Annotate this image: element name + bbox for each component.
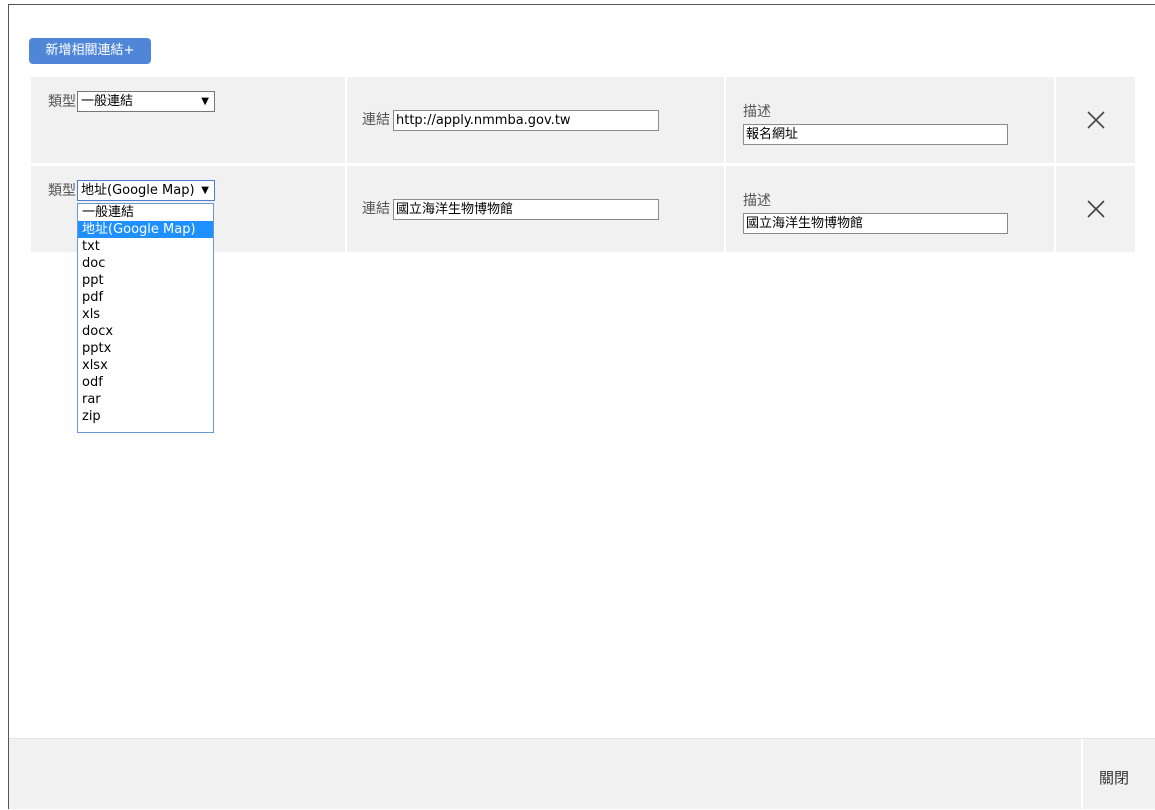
add-link-button[interactable]: 新增相關連結+	[29, 38, 151, 64]
dropdown-option[interactable]: odf	[78, 374, 213, 391]
delete-cell	[1056, 166, 1135, 252]
type-select[interactable]: 一般連結 ▼	[77, 91, 215, 112]
close-icon[interactable]	[1087, 200, 1105, 218]
caret-down-icon: ▼	[201, 96, 209, 107]
delete-cell	[1056, 77, 1135, 163]
type-label: 類型	[48, 183, 76, 199]
link-input[interactable]: http://apply.nmmba.gov.tw	[393, 110, 659, 131]
desc-label: 描述	[743, 104, 771, 120]
type-dropdown-list: 一般連結 地址(Google Map) txt doc ppt pdf xls …	[77, 203, 214, 433]
dropdown-option[interactable]: txt	[78, 238, 213, 255]
dropdown-option[interactable]: xlsx	[78, 357, 213, 374]
link-cell: 連結 http://apply.nmmba.gov.tw	[347, 77, 724, 163]
desc-label: 描述	[743, 193, 771, 209]
dropdown-option[interactable]: docx	[78, 323, 213, 340]
dropdown-option[interactable]: doc	[78, 255, 213, 272]
dropdown-option[interactable]: zip	[78, 408, 213, 425]
link-input[interactable]: 國立海洋生物博物館	[393, 199, 659, 220]
type-select[interactable]: 地址(Google Map) ▼	[77, 180, 215, 201]
link-label: 連結	[362, 201, 390, 217]
close-button[interactable]: 關閉	[1099, 767, 1129, 788]
dropdown-option[interactable]: xls	[78, 306, 213, 323]
footer-divider	[1081, 739, 1083, 810]
desc-cell: 描述 報名網址	[726, 77, 1054, 163]
caret-down-icon: ▼	[201, 185, 209, 196]
type-select-value: 地址(Google Map)	[81, 183, 195, 198]
dropdown-option[interactable]: ppt	[78, 272, 213, 289]
dropdown-option[interactable]: pdf	[78, 289, 213, 306]
desc-input[interactable]: 報名網址	[743, 124, 1008, 145]
type-select-value: 一般連結	[81, 94, 134, 109]
desc-input[interactable]: 國立海洋生物博物館	[743, 213, 1008, 234]
dropdown-option[interactable]: 一般連結	[78, 204, 213, 221]
dropdown-option[interactable]: rar	[78, 391, 213, 408]
dropdown-option[interactable]: 地址(Google Map)	[78, 221, 213, 238]
dropdown-option[interactable]: pptx	[78, 340, 213, 357]
link-label: 連結	[362, 112, 390, 128]
link-row: 類型 一般連結 ▼ 連結 http://apply.nmmba.gov.tw 描…	[31, 77, 1135, 163]
close-icon[interactable]	[1087, 111, 1105, 129]
type-cell: 類型 一般連結 ▼	[31, 77, 345, 163]
link-cell: 連結 國立海洋生物博物館	[347, 166, 724, 252]
desc-cell: 描述 國立海洋生物博物館	[726, 166, 1054, 252]
modal-footer: 關閉	[9, 738, 1155, 810]
type-label: 類型	[48, 94, 76, 110]
